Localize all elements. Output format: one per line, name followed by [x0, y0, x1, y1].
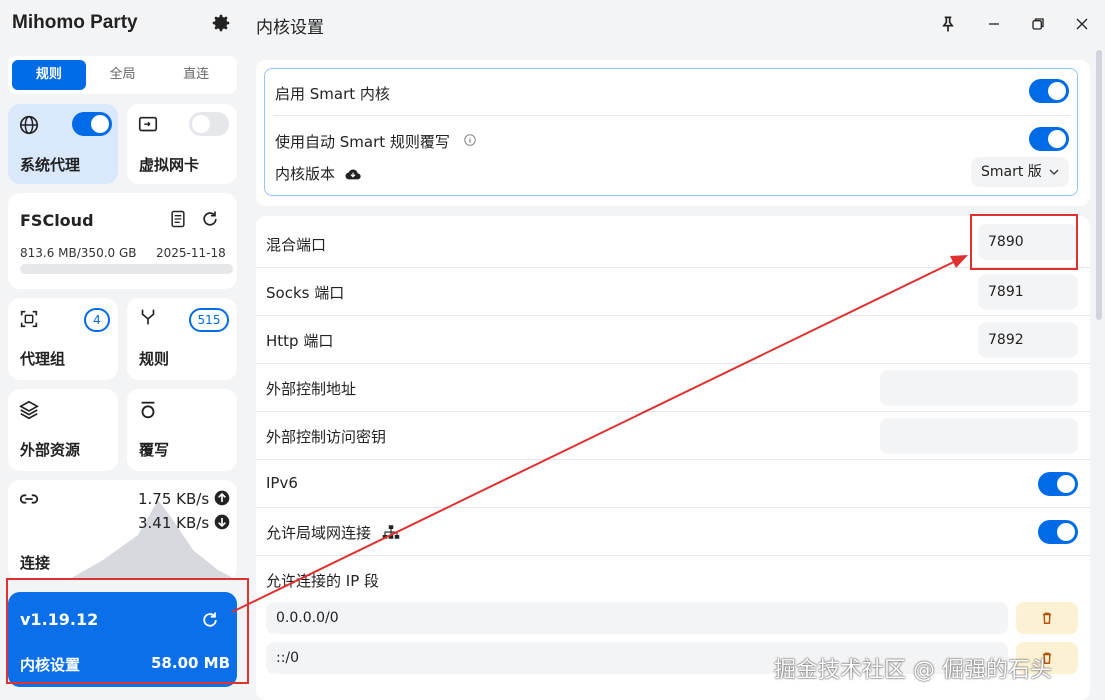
tun-card[interactable]: 虚拟网卡: [127, 104, 237, 184]
proxy-groups-card[interactable]: 4 代理组: [8, 298, 118, 380]
network-card-icon: [138, 116, 158, 132]
download-speed: 3.41 KB/s: [138, 514, 210, 532]
gear-icon[interactable]: [210, 12, 232, 34]
allow-lan-label: 允许局域网连接: [266, 524, 372, 542]
scrollbar[interactable]: [1096, 50, 1102, 320]
delete-ip-button-1[interactable]: [1016, 602, 1078, 634]
profile-name: FSCloud: [20, 211, 94, 230]
tun-toggle[interactable]: [189, 112, 229, 136]
tun-label: 虚拟网卡: [139, 156, 200, 174]
profile-usage-bar: [20, 264, 233, 274]
tab-global[interactable]: 全局: [86, 60, 160, 90]
socks-port-row: Socks 端口 7891: [256, 268, 1090, 316]
allowed-ips-label: 允许连接的 IP 段: [266, 572, 380, 590]
allow-lan-toggle[interactable]: [1038, 520, 1078, 544]
http-port-input[interactable]: 7892: [978, 322, 1078, 358]
trash-icon: [1042, 612, 1052, 624]
connections-card[interactable]: 1.75 KB/s 3.41 KB/s 连接: [8, 480, 237, 580]
system-proxy-toggle[interactable]: [72, 112, 112, 136]
rules-card[interactable]: 515 规则: [127, 298, 237, 380]
ipv6-toggle[interactable]: [1038, 472, 1078, 496]
restore-icon[interactable]: [1028, 14, 1048, 34]
connections-label: 连接: [20, 554, 51, 572]
core-version-label: 内核版本: [275, 165, 336, 183]
layers-icon: [19, 400, 39, 420]
profile-usage: 813.6 MB/350.0 GB: [20, 246, 137, 260]
pin-icon[interactable]: [938, 14, 958, 34]
external-secret-label: 外部控制访问密钥: [266, 428, 387, 446]
smart-auto-label: 使用自动 Smart 规则覆写: [275, 133, 450, 151]
upload-speed: 1.75 KB/s: [138, 490, 210, 508]
external-secret-row: 外部控制访问密钥: [256, 412, 1090, 460]
upload-arrow-icon: [214, 490, 230, 506]
rules-label: 规则: [139, 350, 170, 368]
core-version-select[interactable]: Smart 版: [971, 157, 1069, 187]
lan-icon: [382, 525, 400, 539]
allowed-ip-input-1[interactable]: 0.0.0.0/0: [266, 602, 1008, 634]
info-icon[interactable]: [463, 133, 477, 147]
ipv6-row: IPv6: [256, 460, 1090, 508]
highlight-box-port: [970, 214, 1078, 270]
proxy-groups-count: 4: [84, 308, 110, 332]
tab-rule[interactable]: 规则: [12, 60, 86, 90]
http-port-label: Http 端口: [266, 332, 334, 350]
document-icon[interactable]: [168, 209, 188, 229]
http-port-row: Http 端口 7892: [256, 316, 1090, 364]
mixed-port-label: 混合端口: [266, 236, 327, 254]
override-label: 覆写: [139, 441, 170, 459]
chevron-down-icon: [1049, 169, 1059, 176]
sidebar: Mihomo Party 规则 全局 直连 系统代理 虚拟网卡 FSCloud: [0, 0, 249, 700]
external-controller-row: 外部控制地址: [256, 364, 1090, 412]
resources-card[interactable]: 外部资源: [8, 389, 118, 471]
page-title: 内核设置: [256, 18, 324, 38]
download-arrow-icon: [214, 514, 230, 530]
core-version-value: Smart 版: [981, 164, 1042, 180]
profile-card[interactable]: FSCloud 813.6 MB/350.0 GB 2025-11-18: [8, 193, 237, 289]
globe-icon: [19, 115, 39, 135]
external-controller-input[interactable]: [880, 370, 1078, 406]
mode-tabs: 规则 全局 直连: [8, 56, 237, 94]
rules-count: 515: [189, 308, 229, 332]
title-bar: 内核设置: [246, 0, 1105, 50]
override-icon: [141, 401, 155, 419]
socks-port-label: Socks 端口: [266, 284, 345, 302]
close-icon[interactable]: [1072, 14, 1092, 34]
external-secret-input[interactable]: [880, 418, 1078, 454]
highlight-box-core: [6, 578, 249, 684]
override-card[interactable]: 覆写: [127, 389, 237, 471]
settings-panel: 混合端口 7890 Socks 端口 7891 Http 端口 7892 外部控…: [256, 216, 1090, 700]
external-controller-label: 外部控制地址: [266, 380, 357, 398]
link-icon: [19, 494, 39, 504]
cloud-download-icon[interactable]: [345, 167, 361, 181]
profile-date: 2025-11-18: [156, 246, 226, 260]
socks-port-input[interactable]: 7891: [978, 274, 1078, 310]
system-proxy-card[interactable]: 系统代理: [8, 104, 118, 184]
scan-icon: [20, 310, 38, 328]
watermark: 掘金技术社区 @ 倔强的石头: [774, 658, 1052, 683]
smart-panel: 启用 Smart 内核 使用自动 Smart 规则覆写 内核版本 Smart 版: [256, 60, 1090, 206]
mixed-port-row: 混合端口 7890: [256, 216, 1090, 268]
tab-direct[interactable]: 直连: [159, 60, 233, 90]
smart-group: 启用 Smart 内核 使用自动 Smart 规则覆写 内核版本 Smart 版: [264, 68, 1078, 196]
fork-icon: [141, 309, 155, 325]
smart-auto-toggle[interactable]: [1029, 127, 1069, 151]
allow-lan-row: 允许局域网连接: [256, 508, 1090, 556]
refresh-icon[interactable]: [200, 209, 220, 229]
app-brand: Mihomo Party: [12, 12, 138, 33]
system-proxy-label: 系统代理: [20, 156, 81, 174]
resources-label: 外部资源: [20, 441, 81, 459]
smart-enable-label: 启用 Smart 内核: [275, 85, 390, 103]
smart-enable-toggle[interactable]: [1029, 79, 1069, 103]
ipv6-label: IPv6: [266, 474, 298, 492]
minimize-icon[interactable]: [984, 14, 1004, 34]
proxy-groups-label: 代理组: [20, 350, 66, 368]
